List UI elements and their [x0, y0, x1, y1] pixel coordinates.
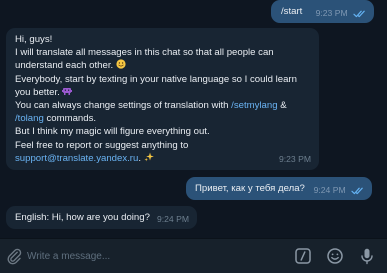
sparkles-emoji-icon: [144, 152, 154, 162]
message-line-text: &: [277, 100, 287, 112]
alien-monster-emoji-icon: [62, 87, 73, 95]
microphone-icon[interactable]: [358, 247, 376, 265]
message-body: Hi, guys! I will translate all messages …: [15, 33, 315, 165]
message-line: /tolang commands.: [15, 112, 315, 125]
message-line-text: .: [138, 152, 142, 164]
message-line-text: understand each other.: [15, 60, 114, 72]
message-line: Feel free to report or suggest anything …: [15, 139, 189, 151]
message-line: But I think my magic will figure everyth…: [15, 126, 210, 138]
chat-area: /start 9:23 PM Hi, guys! I will translat…: [0, 0, 387, 238]
message-time: 9:23 PM: [315, 8, 348, 18]
emoji-icon[interactable]: [326, 247, 344, 265]
message-composer: [0, 238, 387, 273]
message-text: /start: [281, 6, 303, 17]
message-line: Everybody, start by texting in your nati…: [15, 73, 297, 85]
message-text: Привет, как у тебя дела?: [195, 183, 305, 194]
message-line: understand each other.: [15, 59, 315, 72]
tolang-command-link[interactable]: /tolang: [15, 113, 44, 124]
message-time: 9:23 PM: [278, 153, 311, 164]
message-line-text: commands.: [43, 113, 97, 125]
attach-icon[interactable]: [5, 247, 23, 265]
message-line: you better.: [15, 86, 315, 99]
smile-emoji-icon: [116, 59, 126, 70]
message-time: 9:24 PM: [313, 185, 346, 195]
double-check-icon: [353, 10, 365, 17]
message-bot-intro[interactable]: Hi, guys! I will translate all messages …: [6, 28, 319, 170]
message-input[interactable]: [27, 248, 277, 265]
message-line-text: you better.: [15, 86, 60, 98]
message-line-text: You can always change settings of transl…: [15, 100, 232, 112]
support-email-link[interactable]: support@translate.yandex.ru: [15, 153, 138, 164]
message-user-russian[interactable]: Привет, как у тебя дела? 9:24 PM: [186, 177, 372, 200]
message-text: English: Hi, how are you doing?: [15, 212, 150, 223]
message-meta: 9:24 PM: [314, 184, 364, 197]
message-translation[interactable]: English: Hi, how are you doing? 9:24 PM: [6, 206, 197, 229]
message-line: support@translate.yandex.ru.: [15, 152, 315, 165]
message-line: You can always change settings of transl…: [15, 99, 315, 112]
setmylang-command-link[interactable]: /setmylang: [231, 100, 277, 111]
message-line: Hi, guys!: [15, 34, 53, 45]
bot-commands-icon[interactable]: [294, 247, 312, 265]
message-line: I will translate all messages in this ch…: [15, 47, 274, 59]
double-check-icon: [351, 187, 363, 194]
message-start[interactable]: /start 9:23 PM: [271, 0, 374, 23]
message-meta: 9:23 PM: [316, 7, 366, 20]
message-time: 9:24 PM: [156, 214, 189, 224]
